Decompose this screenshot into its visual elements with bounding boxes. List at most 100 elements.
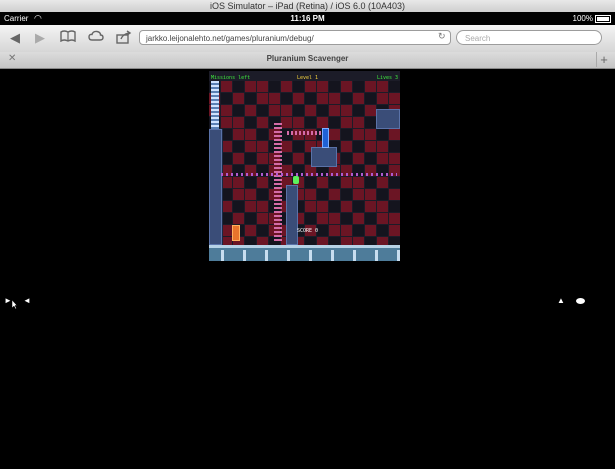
search-placeholder: Search — [465, 34, 491, 43]
brick-tile — [233, 153, 244, 164]
brick-tile — [233, 129, 244, 140]
brick-tile — [353, 93, 364, 104]
brick-tile — [257, 117, 268, 128]
enemy-sprite — [232, 225, 240, 241]
hud-level: Level 1 — [297, 75, 319, 81]
player-robot — [322, 128, 329, 148]
brick-tile — [341, 105, 352, 116]
brick-tile — [233, 177, 244, 188]
brick-tile — [317, 225, 328, 236]
brick-tile — [293, 105, 304, 116]
brick-tile — [281, 105, 292, 116]
brick-tile — [305, 105, 316, 116]
address-bar[interactable]: jarkko.leijonalehto.net/games/pluranium/… — [139, 30, 451, 45]
brick-tile — [389, 213, 400, 224]
brick-tile — [377, 141, 388, 152]
brick-tile — [353, 129, 364, 140]
brick-tile — [269, 81, 280, 92]
brick-tile — [293, 117, 304, 128]
brick-tile — [245, 117, 256, 128]
up-arrow-control[interactable]: ▲ — [557, 297, 565, 305]
brick-tile — [257, 189, 268, 200]
brick-tile — [305, 177, 316, 188]
brick-tile — [329, 213, 340, 224]
brick-tile — [257, 93, 268, 104]
ios-status-bar: Carrier ◠ 11:16 PM 100% — [0, 12, 615, 25]
brick-tile — [341, 189, 352, 200]
back-button[interactable]: ◀ — [7, 30, 23, 46]
right-arrow-control[interactable]: ► — [4, 297, 12, 305]
bookmarks-icon[interactable] — [60, 30, 76, 46]
brick-tile — [269, 105, 280, 116]
brick-tile — [245, 213, 256, 224]
game-canvas[interactable]: Missions left Level 1 Lives 3 SCORE 0 — [209, 71, 400, 261]
left-arrow-control[interactable]: ◄ — [23, 297, 31, 305]
brick-tile — [245, 105, 256, 116]
brick-tile — [293, 93, 304, 104]
brick-tile — [257, 153, 268, 164]
brick-tile — [329, 129, 340, 140]
brick-tile — [377, 177, 388, 188]
new-tab-button[interactable]: + — [596, 52, 611, 67]
brick-tile — [377, 189, 388, 200]
brick-tile — [353, 177, 364, 188]
brick-tile — [257, 129, 268, 140]
reload-icon[interactable]: ↻ — [438, 31, 446, 42]
brick-tile — [245, 189, 256, 200]
brick-tile — [365, 117, 376, 128]
brick-tile — [389, 189, 400, 200]
status-time: 11:16 PM — [290, 14, 325, 23]
brick-tile — [317, 105, 328, 116]
fire-button[interactable] — [576, 298, 585, 304]
floor — [209, 245, 400, 261]
left-ladder — [211, 81, 219, 129]
brick-tile — [221, 117, 232, 128]
tab-title[interactable]: Pluranium Scavenger — [0, 54, 615, 63]
girder — [221, 173, 397, 176]
brick-tile — [305, 93, 316, 104]
brick-tile — [245, 93, 256, 104]
brick-tile — [389, 153, 400, 164]
brick-tile — [365, 141, 376, 152]
brick-tile — [233, 201, 244, 212]
share-icon[interactable] — [116, 30, 132, 46]
icloud-tabs-icon[interactable] — [88, 30, 104, 46]
tab-bar: ✕ Pluranium Scavenger + — [0, 52, 615, 69]
brick-tile — [293, 153, 304, 164]
search-field[interactable]: Search — [456, 30, 602, 45]
brick-tile — [317, 201, 328, 212]
simulator-title: iOS Simulator – iPad (Retina) / iOS 6.0 … — [209, 1, 406, 11]
brick-tile — [305, 201, 316, 212]
brick-tile — [281, 81, 292, 92]
brick-tile — [353, 201, 364, 212]
brick-tile — [377, 213, 388, 224]
brick-tile — [377, 129, 388, 140]
brick-tile — [365, 189, 376, 200]
brick-tile — [317, 81, 328, 92]
battery-icon — [595, 15, 611, 23]
ladder — [274, 123, 282, 241]
brick-tile — [317, 177, 328, 188]
brick-tile — [389, 225, 400, 236]
brick-tile — [341, 117, 352, 128]
steel-block — [376, 109, 400, 129]
brick-tile — [317, 117, 328, 128]
forward-button[interactable]: ▶ — [32, 30, 48, 46]
brick-tile — [341, 153, 352, 164]
brick-tile — [305, 81, 316, 92]
brick-tile — [341, 213, 352, 224]
brick-tile — [353, 189, 364, 200]
brick-tile — [317, 93, 328, 104]
brick-tile — [257, 81, 268, 92]
brick-tile — [293, 81, 304, 92]
brick-tile — [281, 93, 292, 104]
brick-tile — [257, 213, 268, 224]
brick-tile — [365, 213, 376, 224]
brick-tile — [233, 117, 244, 128]
brick-tile — [245, 225, 256, 236]
brick-tile — [353, 153, 364, 164]
brick-tile — [377, 225, 388, 236]
brick-tile — [365, 81, 376, 92]
score-label: SCORE 0 — [297, 228, 319, 234]
brick-tile — [233, 81, 244, 92]
